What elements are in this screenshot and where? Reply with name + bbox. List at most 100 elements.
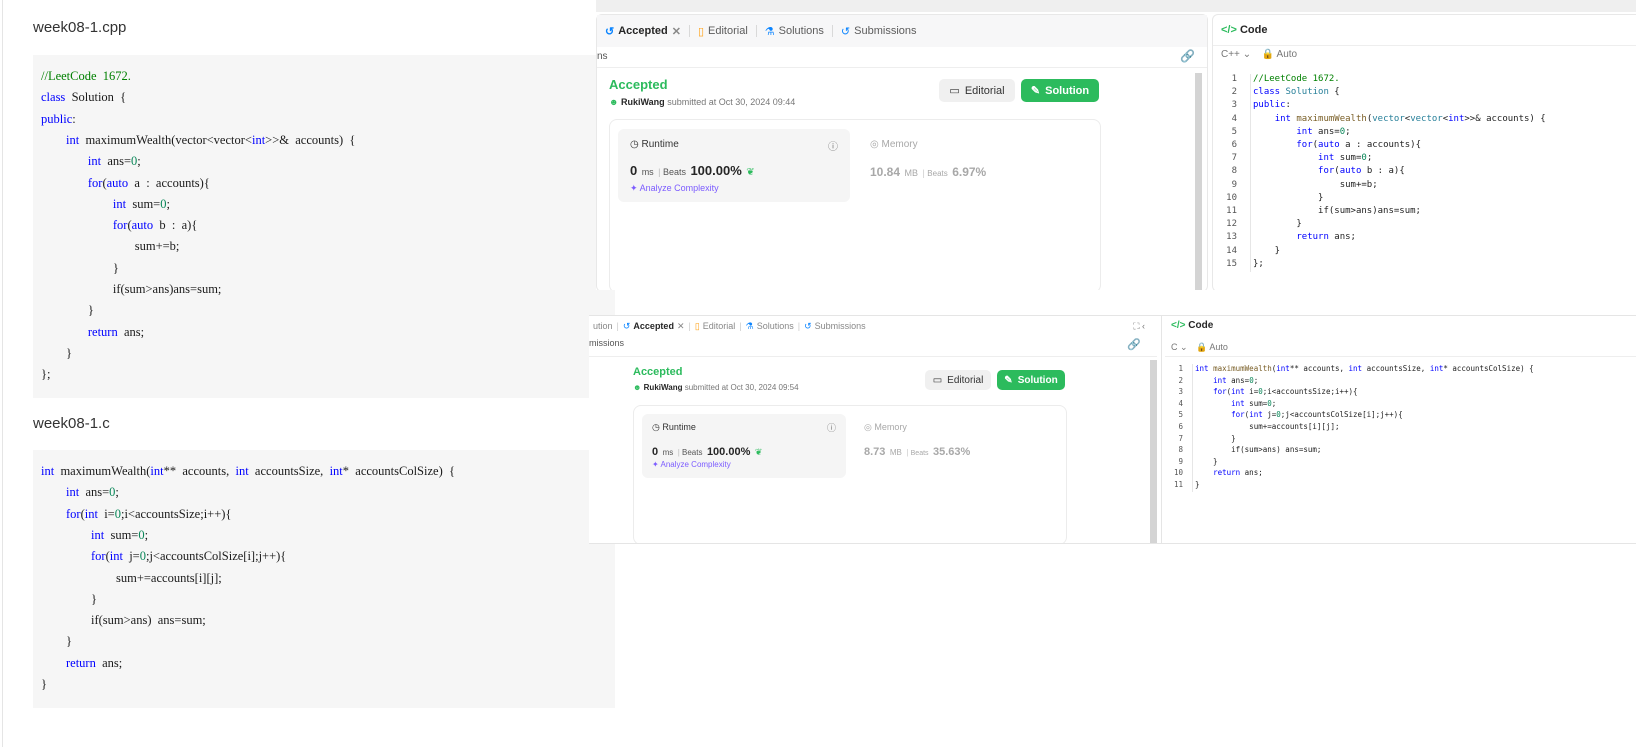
code-line: if(sum>ans)ans=sum; (1253, 206, 1421, 216)
tab-editorial[interactable]: ▯ Editorial (690, 25, 756, 38)
editor-toolbar: C++ ⌄ 🔒 Auto (1221, 49, 1297, 60)
line-number: 13 (1226, 232, 1237, 243)
memory-beats: 35.63% (933, 446, 971, 458)
subbar-label: ns (597, 51, 608, 62)
submission-meta: ☻ RukiWang submitted at Oct 30, 2024 09:… (609, 97, 795, 107)
tab-solution-partial[interactable]: ution (593, 321, 613, 331)
runtime-card[interactable]: ◷ Runtime ⓘ 0 ms | Beats 100.00% ❦ ✦ Ana… (618, 129, 850, 202)
code-line: } (41, 303, 94, 318)
runtime-unit: ms (641, 167, 654, 177)
runtime-unit: ms (662, 448, 674, 457)
chevron-down-icon[interactable]: ⌄ (1180, 342, 1188, 352)
auto-mode[interactable]: Auto (1277, 49, 1298, 60)
code-line: //LeetCode 1672. (1253, 74, 1340, 84)
link-icon[interactable]: 🔗 (1180, 49, 1195, 63)
result-panel: ↺ Accepted ✕ ▯ Editorial ⚗ Solutions ↺ S… (596, 14, 1208, 290)
tab-accepted[interactable]: ↺ Accepted ✕ (597, 25, 689, 38)
history-icon: ↺ (804, 320, 812, 331)
line-number: 1 (1178, 364, 1183, 373)
runtime-card[interactable]: ◷ Runtime ⓘ 0 ms | Beats 100.00% ❦ ✦ Ana… (642, 414, 846, 478)
auto-mode[interactable]: Auto (1209, 342, 1228, 352)
result-panel-bottom: ution | ↺ Accepted ✕ | ▯ Editorial | ⚗ S… (589, 316, 1157, 543)
scrollbar[interactable] (1150, 360, 1157, 543)
analyze-complexity-link[interactable]: ✦ Analyze Complexity (630, 183, 719, 194)
code-line: if(sum>ans)ans=sum; (41, 282, 222, 296)
analyze-label: Analyze Complexity (660, 460, 731, 469)
book-icon: ▭ (932, 374, 943, 386)
expand-icon[interactable]: ⛶ ‹ (1133, 321, 1145, 332)
status-accepted: Accepted (633, 366, 683, 378)
language-select[interactable]: C++ (1221, 49, 1240, 60)
sparkle-icon: ✦ (630, 183, 638, 193)
code-line: return ans; (87, 324, 145, 339)
code-line: } (1195, 480, 1200, 489)
avatar: ☻ (609, 97, 619, 107)
memory-header[interactable]: ◎ Memory (870, 139, 918, 150)
info-icon[interactable]: ⓘ (827, 421, 836, 434)
code-line: for(int i=0;i<accountsSize;i++){ (1213, 387, 1358, 397)
memory-icon: ◎ (864, 422, 872, 432)
solution-button[interactable]: ✎ Solution (997, 370, 1065, 390)
edit-icon: ✎ (1004, 374, 1013, 386)
code-icon: </> (1171, 320, 1186, 331)
editorial-button[interactable]: ▭ Editorial (939, 79, 1015, 102)
analyze-complexity-link[interactable]: ✦ Analyze Complexity (652, 460, 731, 469)
line-number: 5 (1231, 126, 1237, 137)
top-screenshot: ↺ Accepted ✕ ▯ Editorial ⚗ Solutions ↺ S… (596, 0, 1636, 290)
editor-toolbar: C ⌄ 🔒 Auto (1171, 342, 1228, 353)
line-number: 11 (1226, 206, 1237, 216)
close-icon[interactable]: ✕ (677, 321, 685, 332)
code-editor[interactable]: 1 //LeetCode 1672. 2 class Solution {3 publi… (1213, 73, 1636, 283)
line-number: 2 (1231, 87, 1237, 98)
memory-header[interactable]: ◎ Memory (864, 422, 907, 433)
code-line: public: (1253, 100, 1291, 111)
tab-solutions[interactable]: ⚗ Solutions (757, 25, 832, 38)
c-code-block: int maximumWealth(int** accounts, int ac… (33, 450, 615, 708)
code-line: int ans=0; (87, 154, 141, 169)
code-line: int ans=0; (1296, 126, 1351, 137)
code-line: sum+=accounts[i][j]; (41, 570, 222, 585)
avatar: ☻ (633, 383, 642, 392)
tab-editorial[interactable]: Editorial (703, 321, 736, 331)
line-number: 10 (1173, 468, 1183, 478)
link-icon[interactable]: 🔗 (1127, 338, 1141, 351)
memory-icon: ◎ (870, 139, 879, 150)
code-line: int sum=0; (1231, 398, 1277, 408)
line-number: 12 (1226, 219, 1237, 230)
result-subbar: ns 🔗 (597, 49, 1207, 67)
editorial-button[interactable]: ▭ Editorial (925, 370, 991, 390)
chevron-down-icon[interactable]: ⌄ (1243, 49, 1251, 60)
runtime-header: ◷ Runtime (652, 422, 696, 433)
runtime-value: 0 (652, 446, 659, 458)
code-title: Code (1188, 320, 1214, 331)
line-number: 14 (1226, 245, 1237, 256)
language-select[interactable]: C (1171, 342, 1178, 352)
browser-strip (596, 0, 1636, 12)
submission-meta: ☻ RukiWang submitted at Oct 30, 2024 09:… (633, 383, 799, 392)
memory-beats: 6.97% (952, 165, 987, 179)
tab-accepted[interactable]: Accepted (633, 321, 674, 331)
clock-icon: ◷ (652, 422, 660, 432)
submitted-time: submitted at Oct 30, 2024 09:44 (667, 97, 796, 107)
tab-editorial-label: Editorial (708, 25, 748, 37)
code-editor[interactable]: 1 int maximumWealth(int** accounts, int a… (1165, 362, 1636, 512)
close-icon[interactable]: ✕ (672, 25, 681, 38)
code-line: }; (1253, 258, 1264, 269)
code-line: int ans=0; (1213, 375, 1259, 385)
tab-solutions[interactable]: Solutions (757, 321, 794, 331)
code-line: int maximumWealth(vector<vector<int>>& a… (1274, 113, 1546, 124)
code-line: return ans; (66, 655, 123, 670)
tab-solutions-label: Solutions (778, 25, 824, 37)
scrollbar[interactable] (1195, 73, 1202, 290)
solution-button[interactable]: ✎ Solution (1021, 79, 1099, 102)
code-line: sum+=accounts[i][j]; (1195, 422, 1340, 431)
code-panel: </> Code C++ ⌄ 🔒 Auto 1 //LeetCode 1672. 2… (1212, 14, 1636, 290)
code-line: for(int j=0;j<accountsColSize[i];j++){ (91, 549, 287, 564)
stats-card: ◷ Runtime ⓘ 0 ms | Beats 100.00% ❦ ✦ Ana… (609, 119, 1101, 290)
username[interactable]: RukiWang (644, 383, 683, 392)
tab-submissions[interactable]: ↺ Submissions (833, 25, 925, 38)
code-line: if(sum>ans) ans=sum; (1195, 445, 1322, 455)
username[interactable]: RukiWang (621, 97, 665, 107)
info-icon[interactable]: ⓘ (828, 138, 838, 153)
tab-submissions[interactable]: Submissions (815, 321, 866, 331)
